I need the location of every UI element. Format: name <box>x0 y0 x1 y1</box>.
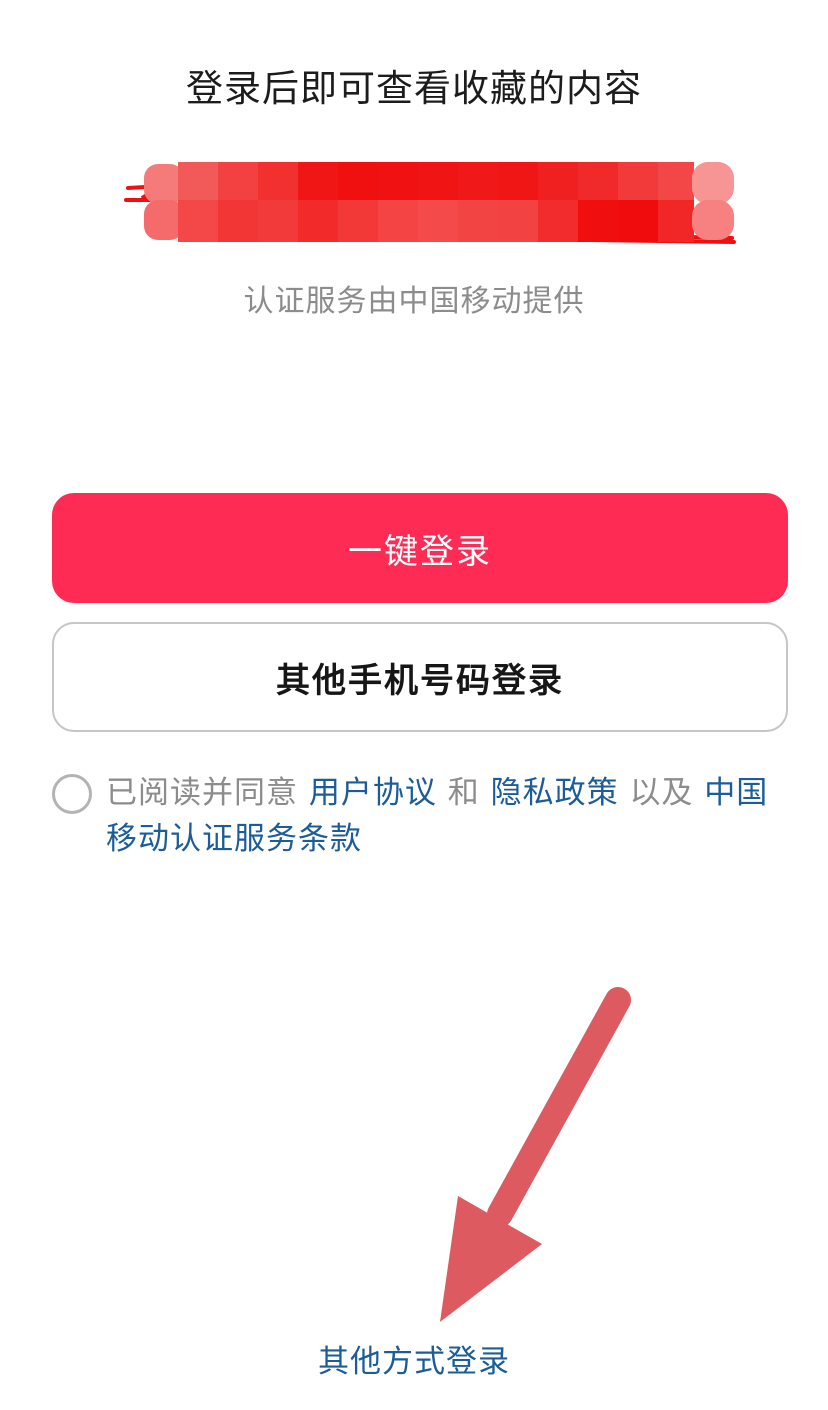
auth-provider-note: 认证服务由中国移动提供 <box>243 284 585 319</box>
agreement-text: 已阅读并同意 用户协议 和 隐私政策 以及 中国移动认证服务条款 <box>106 770 786 862</box>
privacy-policy-link[interactable]: 隐私政策 <box>491 775 619 811</box>
other-phone-login-button[interactable]: 其他手机号码登录 <box>52 622 788 732</box>
one-click-login-button[interactable]: 一键登录 <box>52 493 788 603</box>
circle-checkbox-icon[interactable] <box>52 774 92 814</box>
agreement-and-also: 以及 <box>629 775 694 811</box>
agreement-and: 和 <box>447 775 480 811</box>
page-title: 登录后即可查看收藏的内容 <box>186 67 642 110</box>
agreement-prefix: 已阅读并同意 <box>106 775 298 811</box>
other-login-methods-link[interactable]: 其他方式登录 <box>318 1344 510 1380</box>
other-login-methods: 其他方式登录 <box>0 1336 828 1381</box>
masked-phone-number <box>124 162 736 244</box>
user-agreement-link[interactable]: 用户协议 <box>309 775 437 811</box>
